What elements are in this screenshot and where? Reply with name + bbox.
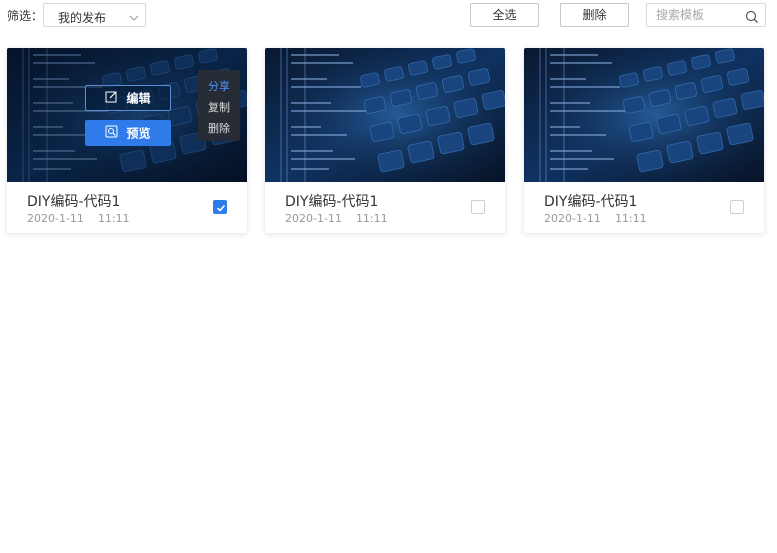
filter-select-value: 我的发布 [58, 11, 107, 25]
card-checkbox[interactable] [471, 200, 485, 214]
card-time: 11:11 [355, 212, 388, 225]
card-checkbox[interactable] [213, 200, 227, 214]
card-time: 11:11 [97, 212, 130, 225]
edit-button[interactable]: 编辑 [85, 85, 171, 111]
card-timestamp: 2020-1-11 11:11 [285, 212, 388, 225]
card-timestamp: 2020-1-11 11:11 [544, 212, 647, 225]
delete-button[interactable]: 删除 [560, 3, 629, 27]
preview-button[interactable]: 预览 [85, 120, 171, 146]
card-date: 2020-1-11 [27, 212, 84, 225]
preview-label: 预览 [126, 126, 151, 141]
template-card[interactable]: DIY编码-代码1 2020-1-11 11:11 [524, 48, 764, 233]
card-timestamp: 2020-1-11 11:11 [27, 212, 130, 225]
preview-icon [105, 122, 118, 146]
card-title: DIY编码-代码1 [285, 194, 379, 210]
search-icon[interactable] [745, 9, 759, 28]
card-checkbox[interactable] [730, 200, 744, 214]
menu-item-share[interactable]: 分享 [198, 78, 240, 94]
filter-select[interactable]: 我的发布 [43, 3, 146, 27]
filter-label: 筛选： [7, 9, 44, 23]
card-thumbnail [524, 48, 764, 182]
select-all-button[interactable]: 全选 [470, 3, 539, 27]
template-card[interactable]: DIY编码-代码1 2020-1-11 11:11 [265, 48, 505, 233]
card-title: DIY编码-代码1 [544, 194, 638, 210]
toolbar: 筛选： 我的发布 全选 删除 [0, 0, 777, 30]
menu-item-copy[interactable]: 复制 [198, 99, 240, 115]
card-date: 2020-1-11 [285, 212, 342, 225]
more-menu: 分享 复制 删除 [198, 70, 240, 141]
search-box [646, 3, 766, 27]
card-date: 2020-1-11 [544, 212, 601, 225]
card-thumbnail [265, 48, 505, 182]
search-input[interactable] [647, 4, 748, 26]
card-title: DIY编码-代码1 [27, 194, 121, 210]
menu-item-delete[interactable]: 删除 [198, 120, 240, 136]
check-icon [216, 204, 226, 212]
edit-icon [105, 87, 118, 111]
card-hover-overlay: 编辑 预览 分享 复制 删除 [7, 48, 247, 182]
chevron-down-icon [129, 11, 139, 25]
edit-label: 编辑 [126, 91, 151, 106]
card-time: 11:11 [614, 212, 647, 225]
template-card[interactable]: 编辑 预览 分享 复制 删除 DIY编码-代码1 2020-1-11 11:11 [7, 48, 247, 233]
